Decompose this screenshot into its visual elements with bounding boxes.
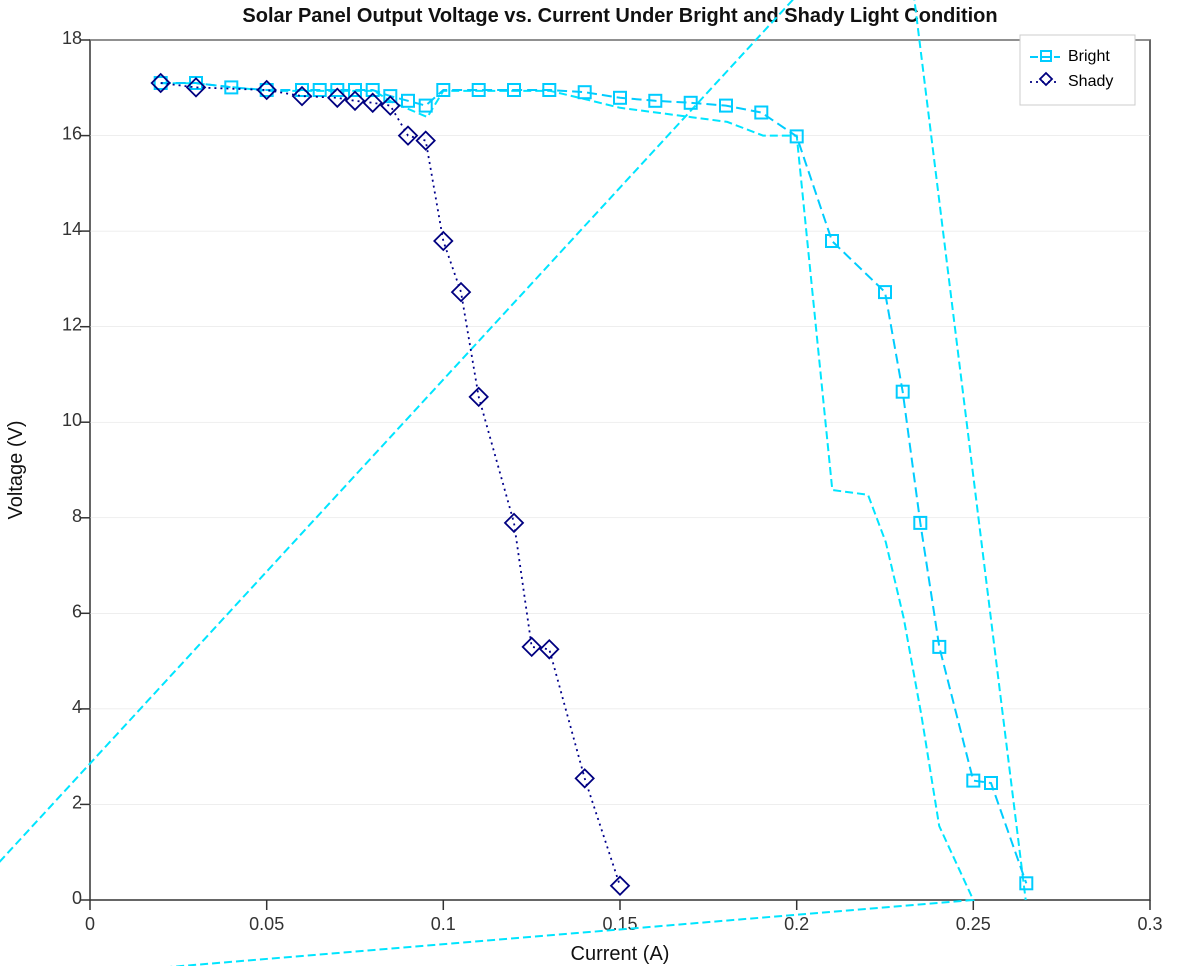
svg-text:12: 12 bbox=[62, 315, 82, 335]
chart-title: Solar Panel Output Voltage vs. Current U… bbox=[242, 5, 997, 27]
svg-text:8: 8 bbox=[72, 506, 82, 526]
svg-text:16: 16 bbox=[62, 124, 82, 144]
svg-text:0.1: 0.1 bbox=[431, 914, 456, 934]
legend-box bbox=[1020, 35, 1135, 105]
svg-text:10: 10 bbox=[62, 410, 82, 430]
legend-bright-label: Bright bbox=[1068, 48, 1110, 65]
svg-text:0: 0 bbox=[85, 914, 95, 934]
svg-text:0.2: 0.2 bbox=[784, 914, 809, 934]
plot-area bbox=[90, 40, 1150, 900]
svg-text:2: 2 bbox=[72, 792, 82, 812]
chart-container: 0 2 4 6 8 10 12 14 16 18 0 0.05 0.1 0.15… bbox=[0, 0, 1189, 966]
svg-text:0.05: 0.05 bbox=[249, 914, 284, 934]
svg-text:0.25: 0.25 bbox=[956, 914, 991, 934]
svg-text:6: 6 bbox=[72, 601, 82, 621]
svg-text:4: 4 bbox=[72, 697, 82, 717]
y-axis-label: Voltage (V) bbox=[5, 421, 27, 520]
svg-text:18: 18 bbox=[62, 28, 82, 48]
x-axis-label: Current (A) bbox=[571, 943, 670, 965]
legend-shady-label: Shady bbox=[1068, 73, 1113, 90]
svg-text:14: 14 bbox=[62, 219, 82, 239]
svg-text:0.3: 0.3 bbox=[1137, 914, 1162, 934]
svg-text:0: 0 bbox=[72, 888, 82, 908]
